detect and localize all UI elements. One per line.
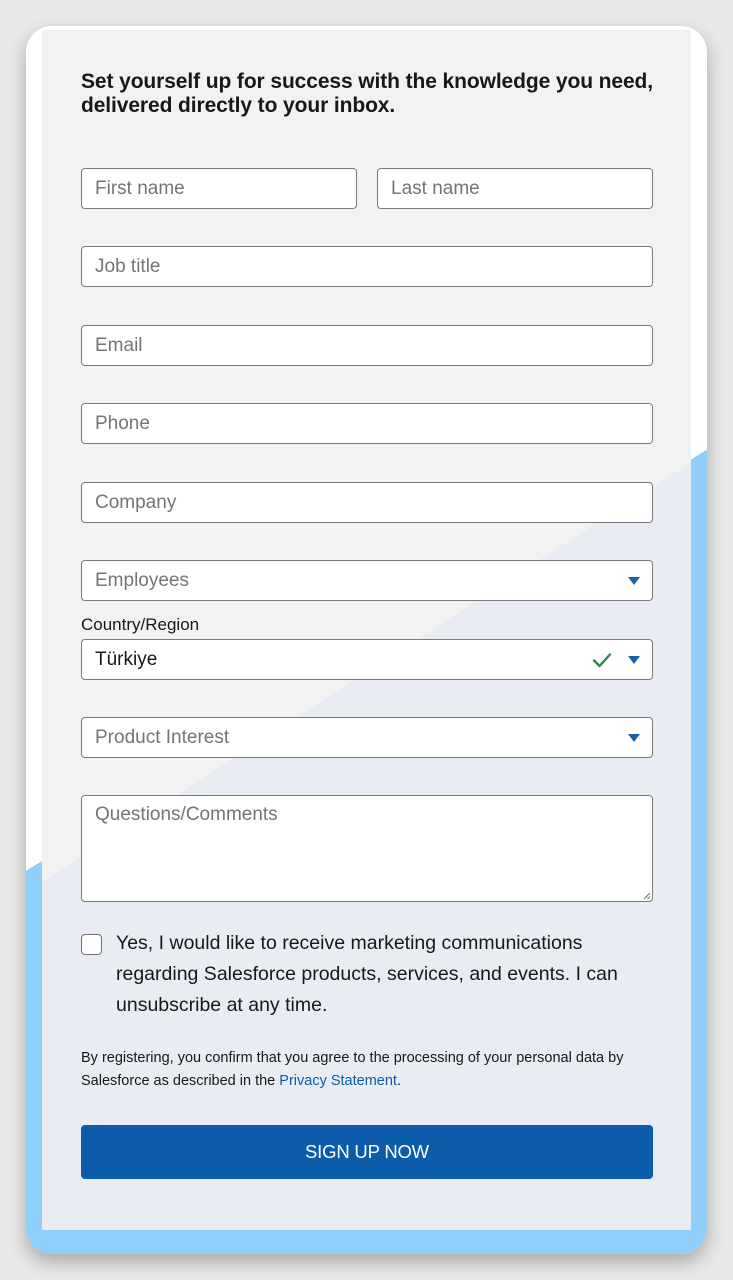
email-input[interactable] xyxy=(81,325,653,366)
first-name-input[interactable] xyxy=(81,168,357,209)
chevron-down-icon xyxy=(628,576,640,585)
employees-select[interactable]: Employees xyxy=(81,560,653,601)
phone-input[interactable] xyxy=(81,403,653,444)
signup-card: Set yourself up for success with the kno… xyxy=(26,26,707,1254)
job-title-input[interactable] xyxy=(81,246,653,287)
last-name-input[interactable] xyxy=(377,168,653,209)
comments-textarea[interactable] xyxy=(81,795,653,902)
product-interest-select[interactable]: Product Interest xyxy=(81,717,653,758)
marketing-consent-checkbox[interactable] xyxy=(81,934,102,955)
signup-form: Set yourself up for success with the kno… xyxy=(42,30,691,1230)
country-select[interactable]: Türkiye xyxy=(81,639,653,680)
marketing-consent-label: Yes, I would like to receive marketing c… xyxy=(116,932,618,1016)
chevron-down-icon xyxy=(628,655,640,664)
form-headline: Set yourself up for success with the kno… xyxy=(81,70,654,117)
check-icon xyxy=(592,652,612,667)
privacy-statement-link[interactable]: Privacy Statement xyxy=(279,1073,397,1089)
company-input[interactable] xyxy=(81,482,653,523)
country-label: Country/Region xyxy=(81,615,200,634)
employees-select-placeholder: Employees xyxy=(95,569,189,591)
chevron-down-icon xyxy=(628,733,640,742)
form-panel: Set yourself up for success with the kno… xyxy=(42,30,691,1230)
legal-notice-end: . xyxy=(396,1073,401,1089)
sign-up-button[interactable]: SIGN UP NOW xyxy=(81,1125,653,1179)
product-interest-placeholder: Product Interest xyxy=(95,726,230,748)
country-select-value: Türkiye xyxy=(95,648,158,670)
legal-notice: By registering, you confirm that you agr… xyxy=(81,1047,656,1093)
resize-grip-icon[interactable] xyxy=(641,890,651,900)
